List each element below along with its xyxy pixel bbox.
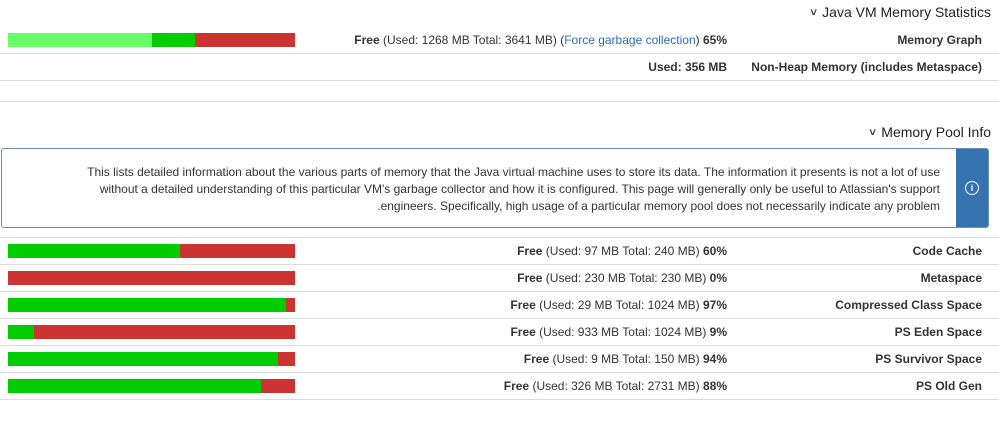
memory-pool-stats: Free (Used: 933 MB Total: 1024 MB) 9% bbox=[510, 325, 727, 339]
bar-used-segment bbox=[8, 271, 295, 285]
pool-details: (Used: 97 MB Total: 240 MB) bbox=[542, 244, 703, 258]
free-label: Free bbox=[517, 244, 543, 258]
memory-pool-name: Code Cache bbox=[912, 244, 982, 258]
memory-pool-name: PS Survivor Space bbox=[875, 352, 982, 366]
memory-graph-label: Memory Graph bbox=[897, 33, 982, 47]
memory-pool-bar bbox=[8, 244, 295, 258]
free-label: Free bbox=[510, 325, 536, 339]
memory-pool-bar bbox=[8, 379, 295, 393]
memory-pool-stats: Free (Used: 29 MB Total: 1024 MB) 97% bbox=[510, 298, 727, 312]
memory-pool-bar bbox=[8, 271, 295, 285]
free-percent: 88% bbox=[702, 379, 727, 393]
memory-graph-stats: Free (Used: 1268 MB Total: 3641 MB) (For… bbox=[354, 33, 727, 47]
bar-free-segment bbox=[8, 379, 261, 393]
memory-pool-row: Free (Used: 29 MB Total: 1024 MB) 97% Com… bbox=[0, 292, 999, 319]
memory-pool-row: Free (Used: 97 MB Total: 240 MB) 60% Code… bbox=[0, 238, 999, 265]
memory-pool-stats: Free (Used: 326 MB Total: 2731 MB) 88% bbox=[504, 379, 727, 393]
memory-pool-bar bbox=[8, 325, 295, 339]
memory-pool-row: Free (Used: 933 MB Total: 1024 MB) 9% PS … bbox=[0, 319, 999, 346]
info-message-box: This lists detailed information about th… bbox=[1, 148, 989, 228]
memory-bar-segment bbox=[151, 33, 195, 47]
info-icon: i bbox=[965, 181, 979, 195]
non-heap-label: Non-Heap Memory (includes Metaspace) bbox=[751, 60, 982, 74]
free-label: Free bbox=[354, 33, 380, 47]
bar-used-segment bbox=[277, 352, 295, 366]
memory-pool-stats: Free (Used: 97 MB Total: 240 MB) 60% bbox=[517, 244, 727, 258]
memory-pool-stats: Free (Used: 230 MB Total: 230 MB) 0% bbox=[517, 271, 727, 285]
bar-free-segment bbox=[8, 352, 278, 366]
chevron-down-icon: ∨ bbox=[867, 126, 878, 138]
memory-pool-header[interactable]: ∨ Memory Pool Info bbox=[867, 124, 991, 140]
memory-pool-row: Free (Used: 326 MB Total: 2731 MB) 88% PS… bbox=[0, 373, 999, 400]
free-percent: 94% bbox=[702, 352, 727, 366]
bar-free-segment bbox=[8, 298, 287, 312]
pool-details: (Used: 29 MB Total: 1024 MB) bbox=[535, 298, 703, 312]
force-gc-link[interactable]: Force garbage collection bbox=[564, 33, 695, 47]
free-label: Free bbox=[503, 379, 530, 393]
free-percent: 9% bbox=[709, 325, 727, 339]
free-percent: 65% bbox=[702, 33, 727, 47]
section-divider bbox=[0, 101, 999, 102]
free-percent: 0% bbox=[709, 271, 727, 285]
info-message-text: This lists detailed information about th… bbox=[87, 165, 940, 213]
pool-details: (Used: 9 MB Total: 150 MB) bbox=[549, 352, 703, 366]
jvm-stats-header[interactable]: ∨ Java VM Memory Statistics bbox=[808, 4, 991, 20]
free-label: Free bbox=[517, 271, 543, 285]
non-heap-used: Used: 356 MB bbox=[648, 60, 727, 74]
memory-pool-name: Compressed Class Space bbox=[835, 298, 982, 312]
memory-graph-bar bbox=[8, 33, 295, 47]
memory-bar-segment bbox=[8, 33, 152, 47]
bar-used-segment bbox=[33, 325, 295, 339]
memory-details: (Used: 1268 MB Total: 3641 MB) bbox=[382, 33, 557, 47]
memory-pool-bar bbox=[8, 352, 295, 366]
bar-used-segment bbox=[286, 298, 295, 312]
memory-pool-name: Metaspace bbox=[920, 271, 982, 285]
memory-pool-name: PS Old Gen bbox=[915, 379, 982, 393]
bar-free-segment bbox=[8, 325, 34, 339]
chevron-down-icon: ∨ bbox=[808, 6, 819, 18]
info-icon-panel: i bbox=[956, 149, 988, 227]
memory-pool-row: Free (Used: 230 MB Total: 230 MB) 0% Meta… bbox=[0, 265, 999, 292]
non-heap-row: Used: 356 MB Non-Heap Memory (includes M… bbox=[0, 54, 999, 81]
bar-used-segment bbox=[260, 379, 295, 393]
free-label: Free bbox=[523, 352, 550, 366]
pool-details: (Used: 230 MB Total: 230 MB) bbox=[542, 271, 710, 285]
memory-graph-row: Free (Used: 1268 MB Total: 3641 MB) (For… bbox=[0, 27, 999, 54]
memory-pool-title: Memory Pool Info bbox=[881, 124, 991, 140]
memory-pool-bar bbox=[8, 298, 295, 312]
memory-pool-name: PS Eden Space bbox=[894, 325, 982, 339]
free-percent: 60% bbox=[702, 244, 727, 258]
bar-used-segment bbox=[180, 244, 295, 258]
memory-pool-row: Free (Used: 9 MB Total: 150 MB) 94% PS Su… bbox=[0, 346, 999, 373]
free-percent: 97% bbox=[702, 298, 727, 312]
memory-bar-segment bbox=[194, 33, 295, 47]
free-label: Free bbox=[510, 298, 536, 312]
memory-pool-stats: Free (Used: 9 MB Total: 150 MB) 94% bbox=[524, 352, 727, 366]
pool-details: (Used: 326 MB Total: 2731 MB) bbox=[529, 379, 703, 393]
non-heap-stats: Used: 356 MB bbox=[648, 60, 727, 74]
pool-details: (Used: 933 MB Total: 1024 MB) bbox=[535, 325, 710, 339]
jvm-stats-title: Java VM Memory Statistics bbox=[822, 4, 991, 20]
bar-free-segment bbox=[8, 244, 181, 258]
